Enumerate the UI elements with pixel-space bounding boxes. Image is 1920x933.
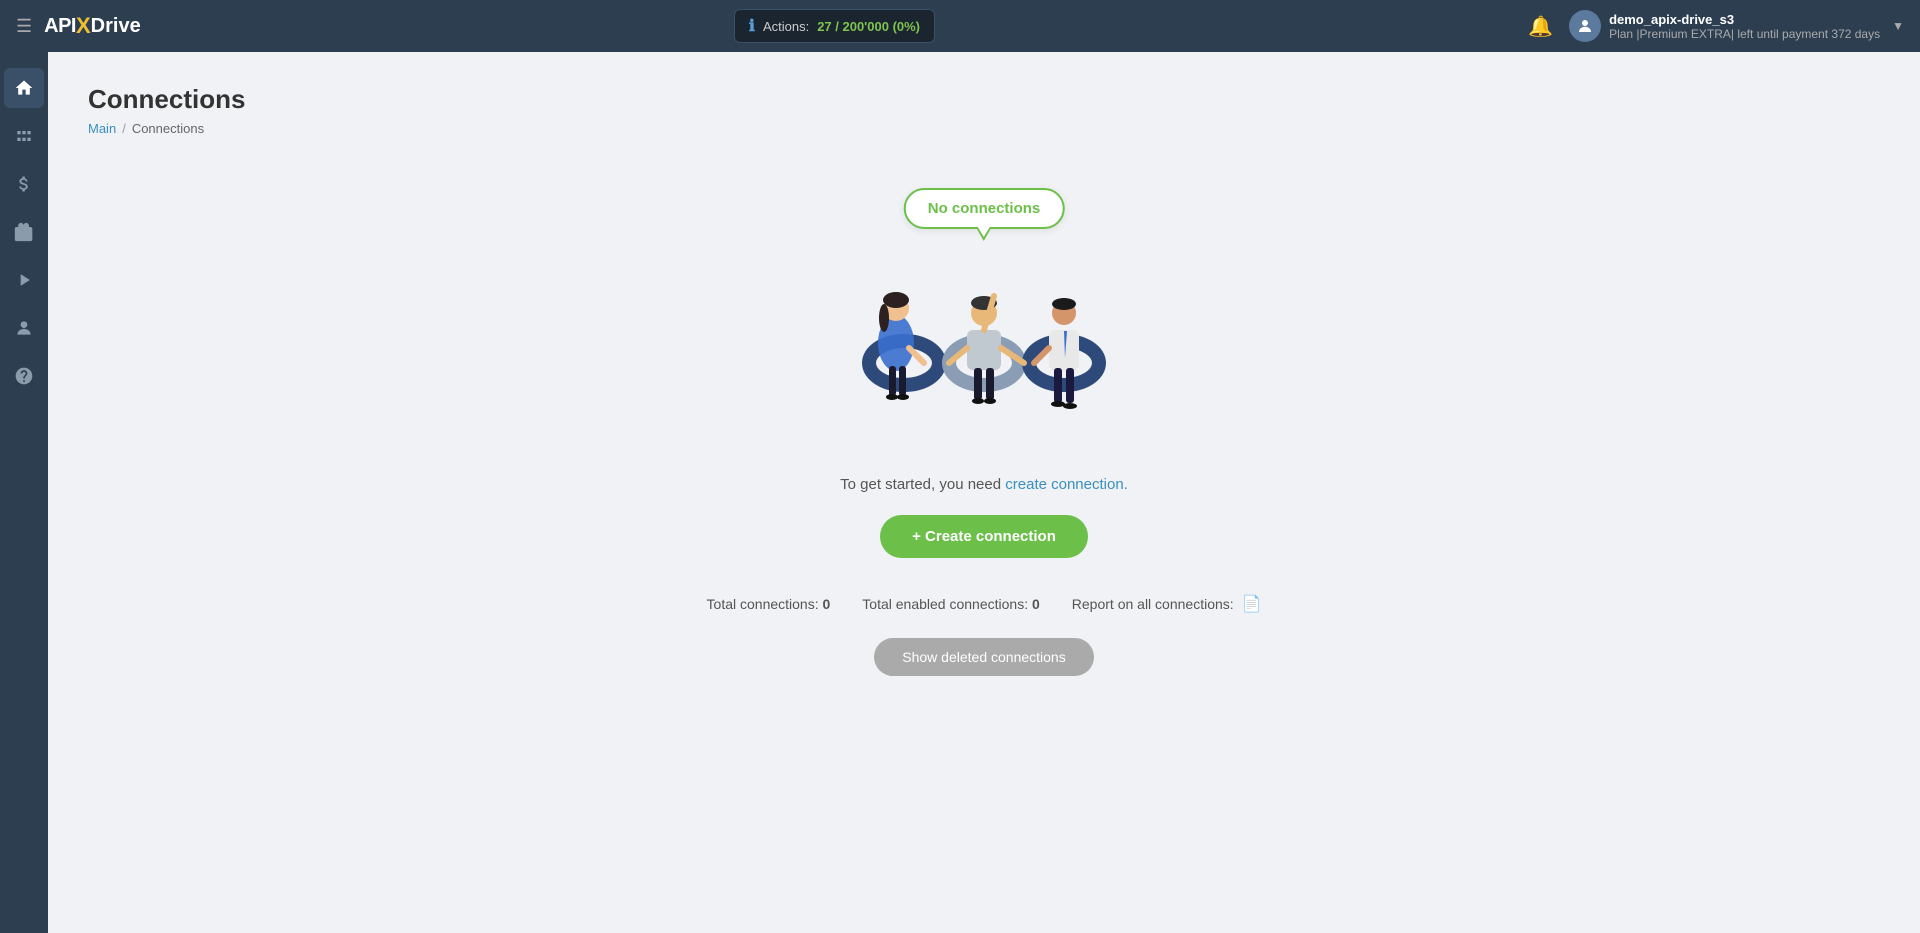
user-info: demo_apix-drive_s3 Plan |Premium EXTRA| … — [1609, 12, 1880, 41]
breadcrumb-separator: / — [122, 121, 126, 136]
hamburger-menu[interactable]: ☰ — [16, 16, 32, 37]
main-content: Connections Main / Connections No connec… — [48, 52, 1920, 933]
chevron-down-icon: ▼ — [1892, 19, 1904, 33]
sidebar — [0, 52, 48, 933]
illustration: No connections — [814, 188, 1154, 448]
nav-center: ℹ Actions: 27 / 200'000 (0%) — [141, 9, 1528, 43]
total-connections-val: 0 — [823, 596, 831, 612]
sidebar-item-tools[interactable] — [4, 212, 44, 252]
breadcrumb-current: Connections — [132, 121, 204, 136]
notification-bell-icon[interactable]: 🔔 — [1528, 14, 1553, 39]
body-wrap: Connections Main / Connections No connec… — [0, 52, 1920, 933]
total-connections-label: Total connections: — [707, 596, 819, 612]
total-enabled-connections: Total enabled connections: 0 — [862, 596, 1039, 612]
breadcrumb-main-link[interactable]: Main — [88, 121, 116, 136]
empty-state-section: No connections — [88, 168, 1880, 696]
page-title: Connections — [88, 84, 1880, 115]
sidebar-item-home[interactable] — [4, 68, 44, 108]
stats-row: Total connections: 0 Total enabled conne… — [707, 594, 1262, 614]
actions-label: Actions: — [763, 19, 809, 34]
actions-count: 27 / 200'000 (0%) — [817, 19, 920, 34]
breadcrumb: Main / Connections — [88, 121, 1880, 136]
logo-drive: Drive — [91, 15, 141, 38]
user-section[interactable]: demo_apix-drive_s3 Plan |Premium EXTRA| … — [1569, 10, 1904, 42]
report-section: Report on all connections: 📄 — [1072, 594, 1262, 614]
nav-left: ☰ API X Drive — [16, 13, 141, 39]
logo-x: X — [76, 13, 91, 39]
sidebar-item-connections[interactable] — [4, 116, 44, 156]
report-label: Report on all connections: — [1072, 596, 1234, 612]
total-connections: Total connections: 0 — [707, 596, 831, 612]
avatar — [1569, 10, 1601, 42]
logo[interactable]: API X Drive — [44, 13, 141, 39]
user-name: demo_apix-drive_s3 — [1609, 12, 1880, 27]
tagline: To get started, you need create connecti… — [840, 476, 1128, 493]
top-navigation: ☰ API X Drive ℹ Actions: 27 / 200'000 (0… — [0, 0, 1920, 52]
no-connections-cloud: No connections — [904, 188, 1065, 229]
tagline-prefix: To get started, you need — [840, 476, 1005, 493]
actions-badge[interactable]: ℹ Actions: 27 / 200'000 (0%) — [734, 9, 935, 43]
sidebar-item-media[interactable] — [4, 260, 44, 300]
tagline-create-link[interactable]: create connection. — [1005, 476, 1128, 493]
info-icon: ℹ — [749, 16, 755, 36]
sidebar-item-profile[interactable] — [4, 308, 44, 348]
people-chain-illustration — [824, 248, 1144, 448]
report-icon[interactable]: 📄 — [1242, 596, 1262, 613]
sidebar-item-billing[interactable] — [4, 164, 44, 204]
sidebar-item-help[interactable] — [4, 356, 44, 396]
total-enabled-val: 0 — [1032, 596, 1040, 612]
total-enabled-label: Total enabled connections: — [862, 596, 1028, 612]
nav-right: 🔔 demo_apix-drive_s3 Plan |Premium EXTRA… — [1528, 10, 1904, 42]
logo-api: API — [44, 15, 76, 38]
create-connection-button[interactable]: + Create connection — [880, 515, 1088, 558]
user-plan: Plan |Premium EXTRA| left until payment … — [1609, 27, 1880, 41]
show-deleted-connections-button[interactable]: Show deleted connections — [874, 638, 1093, 676]
